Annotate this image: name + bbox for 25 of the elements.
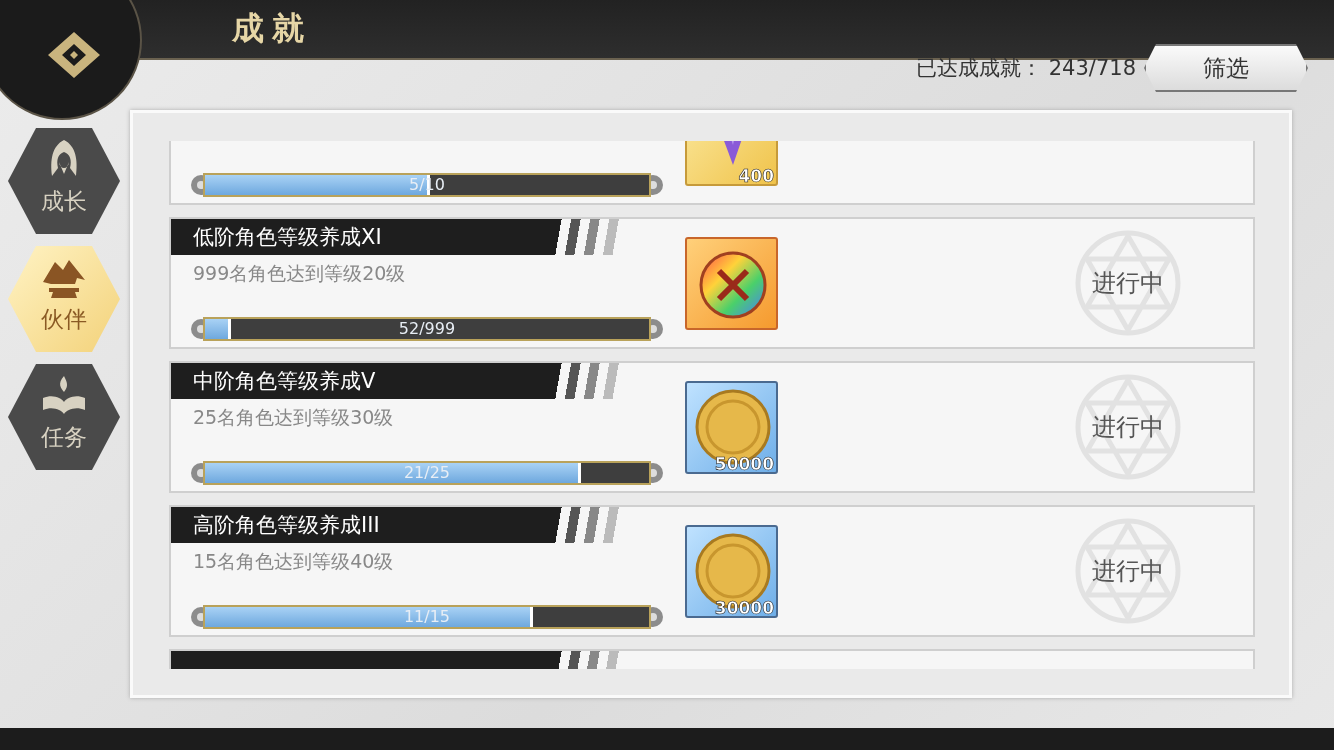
achievement-title: 中阶角色等级养成V (192, 368, 377, 395)
reward-count: 400 (738, 165, 774, 186)
progress-text: 52/999 (397, 319, 457, 339)
achievement-description: 15名角色达到等级40级 (192, 549, 395, 574)
achievement-title: 高阶角色等级养成III (192, 512, 381, 539)
status-label: 进行中 (1092, 268, 1164, 299)
status-label: 进行中 (1092, 412, 1164, 443)
status-label: 进行中 (1092, 556, 1164, 587)
category-tab[interactable]: 成长 (8, 128, 120, 234)
coin-icon (685, 380, 778, 474)
progress-text: 21/25 (402, 463, 452, 483)
category-tab[interactable]: 伙伴 (8, 246, 120, 352)
achievement-description: 25名角色达到等级30级 (192, 405, 395, 430)
achievement-description: 999名角色达到等级20级 (192, 261, 407, 286)
category-tab[interactable]: 任务 (8, 364, 120, 470)
reward-count: 30000 (714, 597, 774, 618)
achievement-title: 低阶角色等级养成XI (192, 224, 383, 251)
filter-button[interactable]: 筛选 (1144, 44, 1308, 92)
progress-text: 11/15 (402, 607, 452, 627)
achievement-count: 已达成成就： 243/718 (916, 55, 1136, 82)
x-medal-icon (685, 236, 778, 330)
reward-count: 50000 (714, 453, 774, 474)
back-arrow-icon (46, 30, 102, 80)
page-title: 成就 (232, 8, 312, 49)
coin-icon (685, 524, 778, 618)
